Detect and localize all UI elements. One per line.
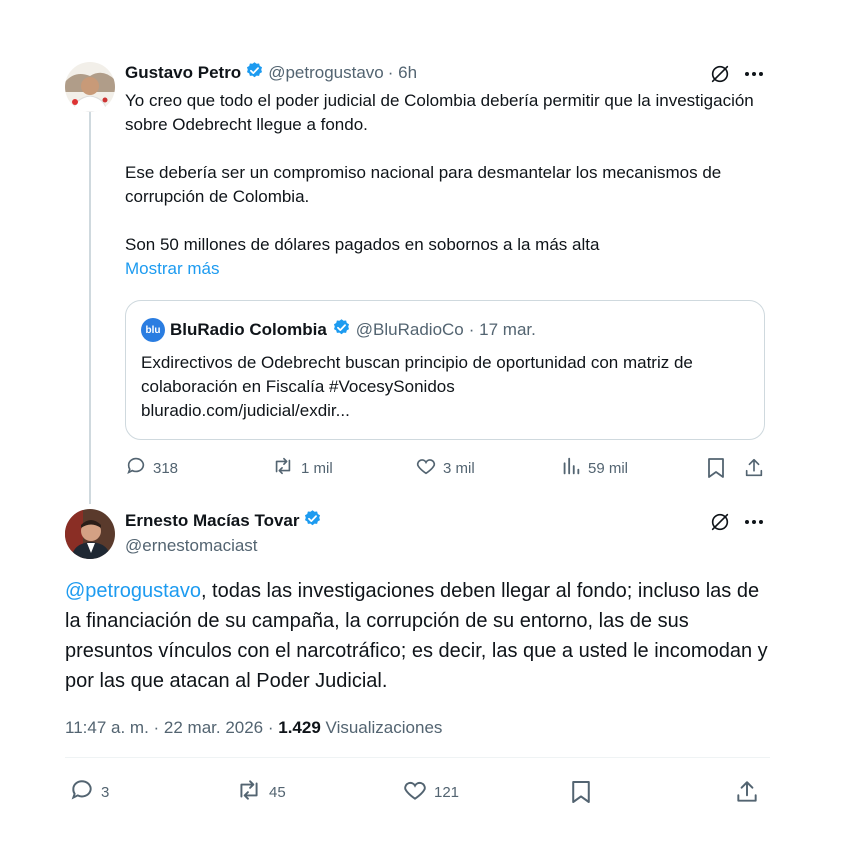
share-icon[interactable] bbox=[733, 778, 761, 806]
bluradio-avatar: blu bbox=[141, 318, 165, 342]
thread-line bbox=[89, 112, 91, 504]
parent-paragraph: Ese debería ser un compromiso nacional p… bbox=[125, 163, 722, 206]
parent-tweet-text: Yo creo que todo el poder judicial de Co… bbox=[125, 89, 765, 281]
like-count: 121 bbox=[434, 783, 460, 801]
parent-paragraph: Son 50 millones de dólares pagados en so… bbox=[125, 235, 600, 254]
like-action[interactable]: 121 bbox=[402, 778, 459, 806]
share-icon[interactable] bbox=[742, 456, 766, 480]
show-more-link[interactable]: Mostrar más bbox=[125, 257, 765, 281]
retweet-count: 45 bbox=[269, 783, 286, 801]
parent-header: Gustavo Petro @petrogustavo · 6h bbox=[125, 62, 417, 84]
quote-author-handle: @BluRadioCo bbox=[355, 320, 464, 339]
views-count: 59 mil bbox=[588, 459, 629, 477]
bookmark-icon[interactable] bbox=[705, 456, 727, 480]
reply-count: 3 bbox=[101, 783, 110, 801]
petro-avatar[interactable] bbox=[65, 62, 115, 112]
reply-meta: 11:47 a. m. · 22 mar. 2026 · 1.429 Visua… bbox=[65, 716, 442, 740]
verified-badge-icon bbox=[332, 318, 351, 342]
more-icon[interactable] bbox=[742, 62, 766, 86]
reply-timestamp[interactable]: 11:47 a. m. · 22 mar. 2026 · bbox=[65, 718, 274, 737]
retweet-icon bbox=[235, 777, 263, 807]
views-icon bbox=[560, 455, 582, 481]
macias-avatar[interactable] bbox=[65, 509, 115, 559]
quote-header: blu BluRadio Colombia @BluRadioCo · 17 m… bbox=[141, 318, 536, 342]
reply-icon bbox=[69, 777, 95, 807]
verified-badge-icon bbox=[303, 509, 322, 533]
views-action[interactable]: 59 mil bbox=[560, 456, 628, 480]
reply-views-label: Visualizaciones bbox=[325, 718, 443, 737]
reply-views-count: 1.429 bbox=[278, 718, 321, 737]
quote-link[interactable]: bluradio.com/judicial/exdir... bbox=[141, 399, 751, 423]
reply-action[interactable]: 318 bbox=[125, 456, 178, 480]
retweet-icon bbox=[271, 455, 295, 481]
retweet-action[interactable]: 1 mil bbox=[271, 456, 333, 480]
quote-text: Exdirectivos de Odebrecht buscan princip… bbox=[141, 353, 693, 396]
reply-count: 318 bbox=[153, 459, 179, 477]
like-icon bbox=[402, 777, 428, 807]
reply-action[interactable]: 3 bbox=[69, 778, 109, 806]
parent-time[interactable]: · 6h bbox=[388, 63, 417, 83]
bookmark-icon[interactable] bbox=[568, 778, 594, 806]
reply-author-handle[interactable]: @ernestomaciast bbox=[125, 535, 258, 557]
divider bbox=[65, 757, 770, 758]
like-count: 3 mil bbox=[443, 459, 475, 477]
bluradio-avatar-text: blu bbox=[145, 324, 161, 336]
like-icon bbox=[415, 455, 437, 481]
retweet-action[interactable]: 45 bbox=[235, 778, 286, 806]
quote-card[interactable]: blu BluRadio Colombia @BluRadioCo · 17 m… bbox=[125, 300, 765, 440]
quote-author-name: BluRadio Colombia bbox=[170, 320, 327, 339]
like-action[interactable]: 3 mil bbox=[415, 456, 475, 480]
grok-icon[interactable] bbox=[708, 510, 732, 534]
parent-author-name[interactable]: Gustavo Petro bbox=[125, 63, 241, 83]
reply-author-name[interactable]: Ernesto Macías Tovar bbox=[125, 511, 299, 531]
parent-author-handle[interactable]: @petrogustavo bbox=[268, 63, 384, 83]
parent-paragraph: Yo creo que todo el poder judicial de Co… bbox=[125, 91, 754, 134]
grok-icon[interactable] bbox=[708, 62, 732, 86]
mention-link[interactable]: @petrogustavo bbox=[65, 580, 201, 602]
quote-text-block: Exdirectivos de Odebrecht buscan princip… bbox=[141, 351, 751, 423]
reply-header: Ernesto Macías Tovar bbox=[125, 510, 322, 532]
reply-icon bbox=[125, 455, 147, 481]
retweet-count: 1 mil bbox=[301, 459, 333, 477]
reply-tweet-text: @petrogustavo, todas las investigaciones… bbox=[65, 576, 770, 696]
verified-badge-icon bbox=[245, 61, 264, 85]
more-icon[interactable] bbox=[742, 510, 766, 534]
quote-time: · 17 mar. bbox=[468, 320, 536, 339]
